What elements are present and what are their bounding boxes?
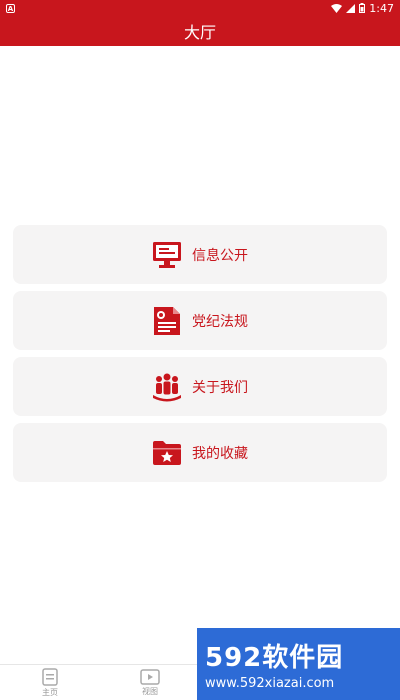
video-icon xyxy=(140,668,160,685)
document-icon xyxy=(152,306,182,336)
watermark-brand: 592软件园 xyxy=(205,643,344,673)
tab-view[interactable]: 视图 xyxy=(100,665,200,700)
hall-menu: 信息公开 党纪法规 关于我们 我的收藏 xyxy=(13,225,387,489)
signal-icon xyxy=(346,3,356,13)
tab-label: 视图 xyxy=(142,686,158,696)
menu-item-label: 信息公开 xyxy=(192,247,248,264)
monitor-icon xyxy=(152,240,182,270)
status-bar: A 1:47 xyxy=(0,0,400,16)
battery-icon xyxy=(359,3,366,13)
menu-item-label: 我的收藏 xyxy=(192,445,248,462)
notification-icon: A xyxy=(6,3,15,13)
menu-item-info-public[interactable]: 信息公开 xyxy=(13,225,387,284)
watermark-overlay: 592软件园 www.592xiazai.com xyxy=(197,628,400,700)
wifi-icon xyxy=(331,3,343,13)
page-title: 大厅 xyxy=(183,23,216,42)
people-icon xyxy=(152,372,182,402)
tab-label: 主页 xyxy=(42,687,58,697)
menu-item-label: 关于我们 xyxy=(192,379,248,396)
menu-item-label: 党纪法规 xyxy=(192,313,248,330)
status-right: 1:47 xyxy=(331,2,394,15)
menu-item-about-us[interactable]: 关于我们 xyxy=(13,357,387,416)
status-time: 1:47 xyxy=(369,1,394,15)
app-header: 大厅 xyxy=(0,16,400,46)
folder-star-icon xyxy=(152,438,182,468)
menu-item-my-favorites[interactable]: 我的收藏 xyxy=(13,423,387,482)
watermark-url: www.592xiazai.com xyxy=(205,676,335,691)
menu-item-party-regulations[interactable]: 党纪法规 xyxy=(13,291,387,350)
home-doc-icon xyxy=(42,667,58,686)
tab-home[interactable]: 主页 xyxy=(0,665,100,700)
